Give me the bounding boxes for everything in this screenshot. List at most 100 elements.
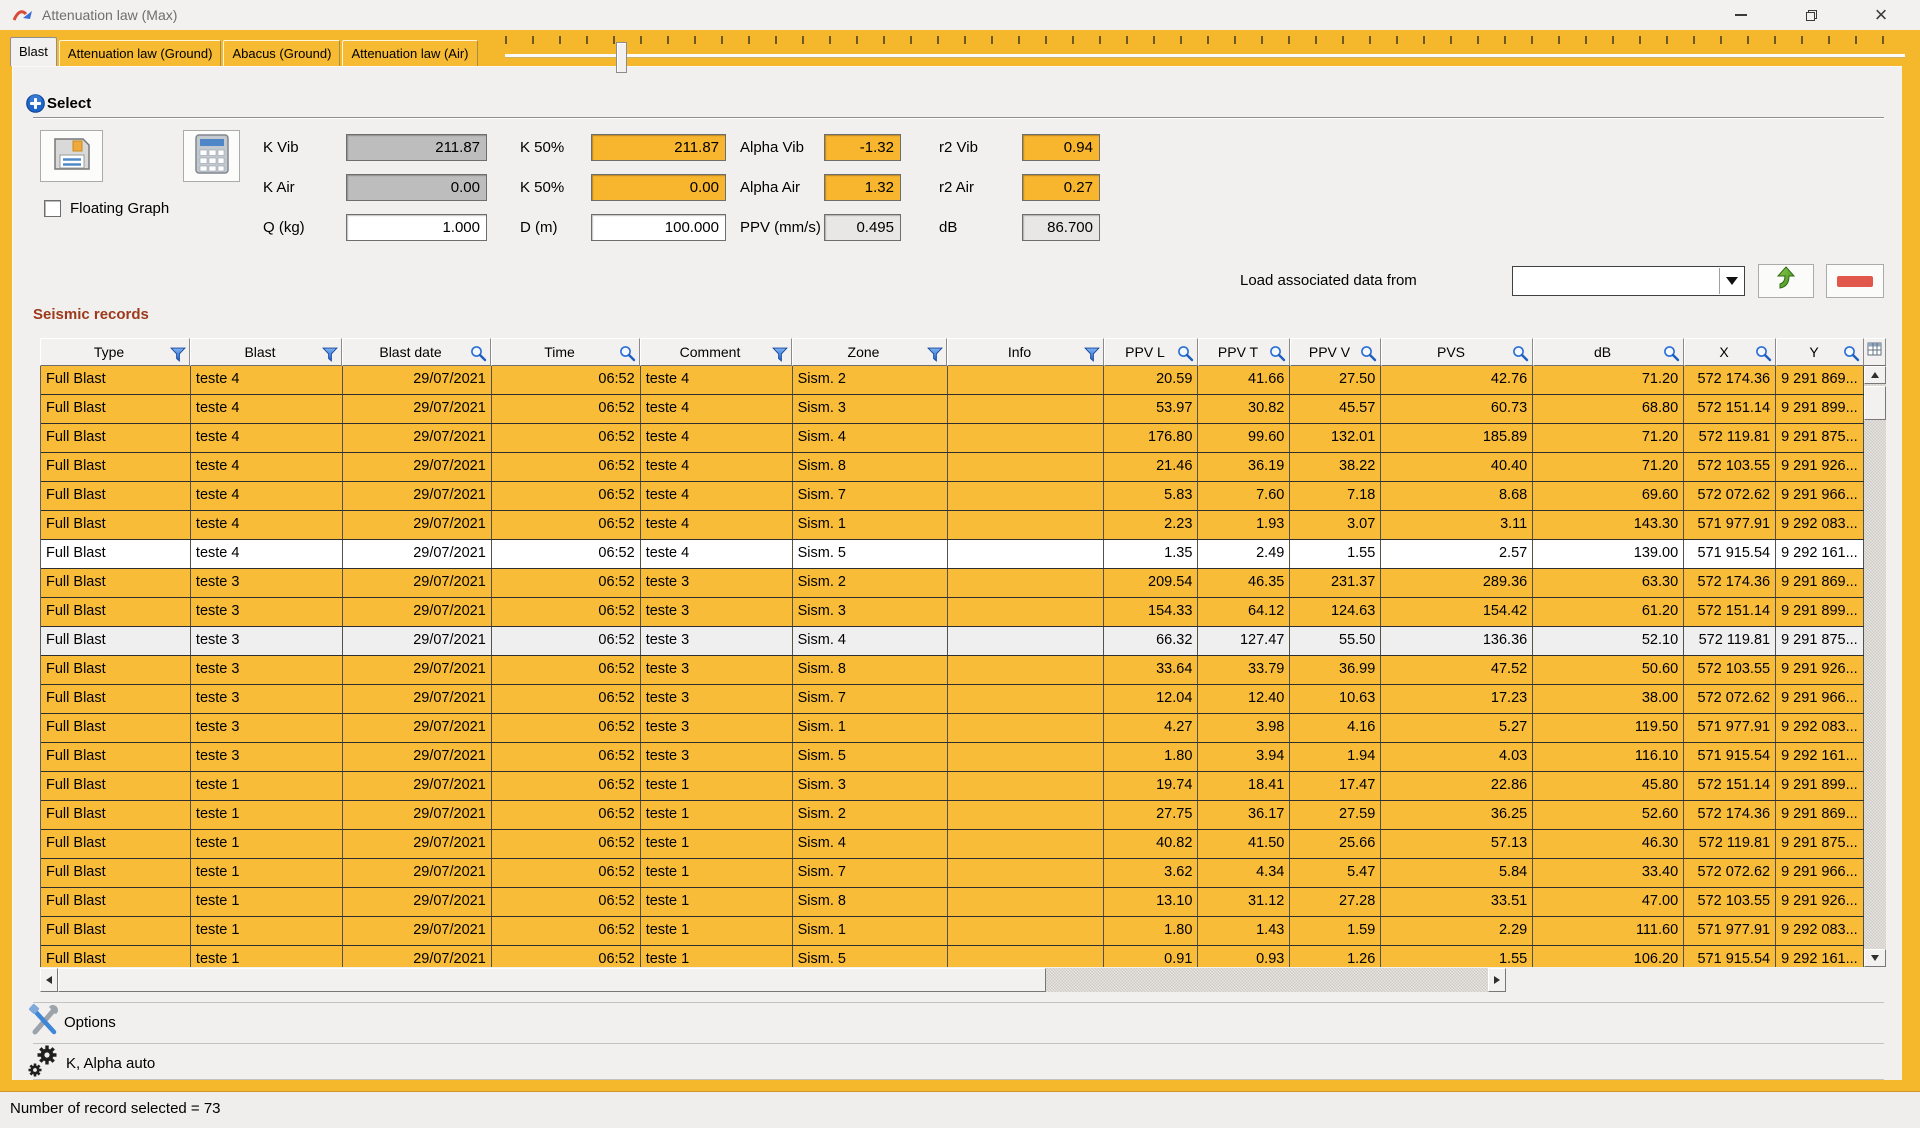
field-k-50-1[interactable]: 0.00 (591, 174, 726, 201)
vertical-scrollbar[interactable] (1864, 366, 1886, 967)
search-icon[interactable] (1360, 344, 1377, 370)
cell-ppv-v: 55.50 (1290, 627, 1381, 655)
column-header-ppv-t[interactable]: PPV T (1198, 338, 1290, 366)
k-alpha-auto-section-header[interactable]: K, Alpha auto (33, 1044, 1884, 1082)
save-button[interactable] (40, 130, 103, 182)
table-row[interactable]: Full Blastteste 429/07/202106:52teste 4S… (41, 424, 1864, 453)
table-row[interactable]: Full Blastteste 429/07/202106:52teste 4S… (41, 482, 1864, 511)
slider-thumb[interactable] (616, 42, 627, 73)
combobox-dropdown-button[interactable] (1719, 268, 1743, 294)
column-header-y[interactable]: Y (1776, 338, 1864, 366)
column-header-x[interactable]: X (1684, 338, 1776, 366)
cell-ppv-t: 3.94 (1198, 743, 1290, 771)
slider-groove[interactable] (505, 54, 1905, 58)
column-header-db[interactable]: dB (1533, 338, 1684, 366)
column-header-blast-date[interactable]: Blast date (342, 338, 491, 366)
vertical-scroll-thumb[interactable] (1864, 386, 1886, 420)
column-header-blast[interactable]: Blast (190, 338, 342, 366)
table-row[interactable]: Full Blastteste 129/07/202106:52teste 1S… (41, 859, 1864, 888)
search-icon[interactable] (470, 344, 487, 370)
column-label: Y (1809, 344, 1818, 360)
scroll-down-button[interactable] (1864, 949, 1886, 967)
load-data-button[interactable] (1758, 264, 1814, 298)
table-row[interactable]: Full Blastteste 329/07/202106:52teste 3S… (41, 743, 1864, 772)
scroll-left-button[interactable] (40, 968, 58, 992)
search-icon[interactable] (1755, 344, 1772, 370)
search-icon[interactable] (1177, 344, 1194, 370)
floating-graph-checkbox[interactable] (44, 200, 61, 217)
filter-icon[interactable] (1084, 344, 1100, 370)
horizontal-scrollbar[interactable] (40, 968, 1506, 992)
table-row[interactable]: Full Blastteste 129/07/202106:52teste 1S… (41, 772, 1864, 801)
table-row[interactable]: Full Blastteste 429/07/202106:52teste 4S… (41, 540, 1864, 569)
search-icon[interactable] (1269, 344, 1286, 370)
filter-icon[interactable] (322, 344, 338, 370)
table-row[interactable]: Full Blastteste 329/07/202106:52teste 3S… (41, 714, 1864, 743)
column-header-pvs[interactable]: PVS (1381, 338, 1533, 366)
field-q-kg-2[interactable]: 1.000 (346, 214, 487, 241)
field-r2-air-1[interactable]: 0.27 (1022, 174, 1100, 201)
search-icon[interactable] (1843, 344, 1860, 370)
search-icon[interactable] (1663, 344, 1680, 370)
tab-blast[interactable]: Blast (10, 37, 57, 66)
restore-button[interactable] (1786, 0, 1836, 30)
remove-data-button[interactable] (1826, 264, 1884, 298)
column-header-type[interactable]: Type (40, 338, 190, 366)
table-row[interactable]: Full Blastteste 329/07/202106:52teste 3S… (41, 656, 1864, 685)
tab-attenuation-law-air[interactable]: Attenuation law (Air) (342, 40, 477, 66)
scroll-right-button[interactable] (1488, 968, 1506, 992)
table-row[interactable]: Full Blastteste 429/07/202106:52teste 4S… (41, 395, 1864, 424)
cell-blast-date: 29/07/2021 (343, 569, 492, 597)
grid-icon (1867, 342, 1882, 361)
cell-x: 572 174.36 (1684, 366, 1776, 394)
cell-comment: teste 3 (641, 569, 793, 597)
table-row[interactable]: Full Blastteste 129/07/202106:52teste 1S… (41, 917, 1864, 946)
minimize-button[interactable] (1716, 0, 1766, 30)
cell-type: Full Blast (41, 830, 191, 858)
search-icon[interactable] (619, 344, 636, 370)
horizontal-scroll-thumb[interactable] (58, 968, 1046, 992)
table-row[interactable]: Full Blastteste 129/07/202106:52teste 1S… (41, 801, 1864, 830)
table-row[interactable]: Full Blastteste 429/07/202106:52teste 4S… (41, 511, 1864, 540)
filter-icon[interactable] (772, 344, 788, 370)
filter-icon[interactable] (927, 344, 943, 370)
cell-ppv-l: 1.80 (1104, 743, 1198, 771)
table-row[interactable]: Full Blastteste 329/07/202106:52teste 3S… (41, 685, 1864, 714)
search-icon[interactable] (1512, 344, 1529, 370)
table-corner-button[interactable] (1864, 338, 1886, 366)
field-k-50-0[interactable]: 211.87 (591, 134, 726, 161)
table-row[interactable]: Full Blastteste 129/07/202106:52teste 1S… (41, 830, 1864, 859)
table-row[interactable]: Full Blastteste 429/07/202106:52teste 4S… (41, 453, 1864, 482)
filter-icon[interactable] (170, 344, 186, 370)
cell-db: 71.20 (1533, 424, 1684, 452)
cell-comment: teste 1 (641, 772, 793, 800)
column-header-ppv-v[interactable]: PPV V (1290, 338, 1381, 366)
cell-db: 46.30 (1533, 830, 1684, 858)
table-row[interactable]: Full Blastteste 329/07/202106:52teste 3S… (41, 569, 1864, 598)
field-d-m-2[interactable]: 100.000 (591, 214, 726, 241)
options-section-header[interactable]: Options (33, 1003, 1884, 1041)
tools-icon (28, 1003, 60, 1042)
column-header-ppv-l[interactable]: PPV L (1104, 338, 1198, 366)
field-alpha-vib-0[interactable]: -1.32 (824, 134, 901, 161)
table-row[interactable]: Full Blastteste 429/07/202106:52teste 4S… (41, 366, 1864, 395)
column-header-zone[interactable]: Zone (792, 338, 947, 366)
cell-pvs: 40.40 (1381, 453, 1533, 481)
table-row[interactable]: Full Blastteste 329/07/202106:52teste 3S… (41, 598, 1864, 627)
field-r2-vib-0[interactable]: 0.94 (1022, 134, 1100, 161)
close-button[interactable]: × (1856, 0, 1906, 30)
scroll-up-button[interactable] (1864, 366, 1886, 384)
column-header-comment[interactable]: Comment (640, 338, 792, 366)
table-row[interactable]: Full Blastteste 129/07/202106:52teste 1S… (41, 888, 1864, 917)
table-row[interactable]: Full Blastteste 329/07/202106:52teste 3S… (41, 627, 1864, 656)
column-header-time[interactable]: Time (491, 338, 640, 366)
load-data-combobox[interactable] (1512, 266, 1745, 296)
cell-ppv-l: 13.10 (1104, 888, 1198, 916)
calculator-button[interactable] (183, 130, 240, 182)
tab-abacus-ground[interactable]: Abacus (Ground) (223, 40, 340, 66)
cell-type: Full Blast (41, 424, 191, 452)
tab-attenuation-law-ground[interactable]: Attenuation law (Ground) (59, 40, 222, 66)
field-alpha-air-1[interactable]: 1.32 (824, 174, 901, 201)
table-row[interactable]: Full Blastteste 129/07/202106:52teste 1S… (41, 946, 1864, 967)
column-header-info[interactable]: Info (947, 338, 1104, 366)
